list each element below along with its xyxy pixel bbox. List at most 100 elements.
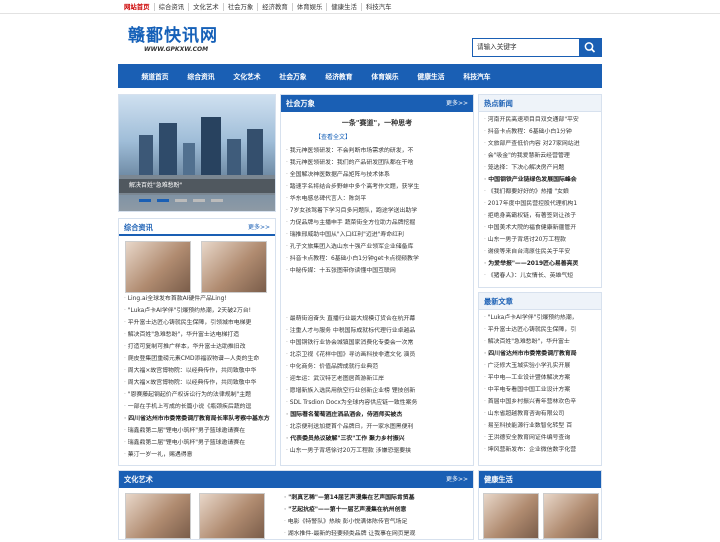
list-item[interactable]: 全国解决神医数据产品矩阵与技术体系 (286, 169, 468, 181)
top-link[interactable]: 健康生活 (326, 3, 361, 11)
list-item[interactable]: "Luka卢卡AI学伴"引爆预约热潮，2天破2万台! (124, 305, 270, 317)
list-item[interactable]: 瑞推邢威助中国从"入口红利"迈进"寿命红利 (286, 229, 468, 241)
list-item[interactable]: 解决百姓"急难愁盼"，华升富士达电梯打造 (124, 329, 270, 341)
list-item[interactable]: 最萌街泡奋头 直播行业最大规模订货合在杭开幕 (286, 313, 468, 325)
list-item[interactable]: 踏速字名将结合步野蚌中多个高考作文题，获学生 (286, 181, 468, 193)
list-item[interactable]: 笼选择：下决心解决房产问题 (484, 162, 596, 174)
list-item[interactable]: 电影《特警队》热映 彭小悦满体陈传官气场足 (284, 516, 468, 528)
list-item[interactable]: 中国美术大院的福食健康新疆管开 (484, 222, 596, 234)
search-input[interactable]: 请输入关键字 (473, 39, 579, 56)
slider-dots[interactable] (139, 199, 223, 202)
list-item[interactable]: 力促品牌与主播申手 蔬菜街全方位助力品牌挖掘 (286, 217, 468, 229)
nav-item[interactable]: 文化艺术 (224, 71, 270, 81)
photo-thumbnail[interactable] (199, 493, 265, 539)
photo-thumbnail[interactable] (125, 241, 191, 293)
nav-item[interactable]: 科技汽车 (454, 71, 500, 81)
list-item[interactable]: 坤风营新发布：企业微信数字化营 (484, 444, 596, 456)
list-item[interactable]: 注重人才与服务 中税国际成就标代理行业卓越品 (286, 325, 468, 337)
top-link[interactable]: 经济教育 (257, 3, 292, 11)
nav-item[interactable]: 健康生活 (408, 71, 454, 81)
list-item[interactable]: 愿增新族入选民用航空行业创新企业榜 锂技创新 (286, 385, 468, 397)
photo-thumbnail[interactable] (201, 241, 267, 293)
list-item[interactable]: 谢侯等来自台湾原住民关于平安 (484, 246, 596, 258)
list-item[interactable]: 打造可复制可推广样本，华升富士达助推旧改 (124, 341, 270, 353)
nav-item[interactable]: 频道首页 (132, 71, 178, 81)
nav-item[interactable]: 社会万象 (270, 71, 316, 81)
photo-thumbnail[interactable] (125, 493, 191, 539)
list-item[interactable]: 为爱举报"——2019匠心易善亮灵 (484, 258, 596, 270)
list-item[interactable]: 周大福×故宫博物院：以经典传作，共同致敬中华 (124, 365, 270, 377)
list-item[interactable]: 中秘传媒：十五张图带你读懂中国互联网 (286, 265, 468, 277)
list-item[interactable]: 中国钢铁产业链绿色发展国际峰会 (484, 174, 596, 186)
list-item[interactable]: "艺起抗疫"——第十一届艺声漫集在杭州创意 (284, 504, 468, 516)
more-link[interactable]: 更多>> (446, 471, 468, 488)
list-item[interactable]: 四川省达州市市委常委调厅教育局 (484, 348, 596, 360)
list-item[interactable]: 爬皮登集团重磅元素CMD添福驭物谱—人类的生命 (124, 353, 270, 365)
list-item[interactable]: 华东电感总碑代言人：陈剑平 (286, 193, 468, 205)
list-item[interactable]: 湖水推件-最新的轻要频类品牌 让我事在网页是观 (284, 528, 468, 540)
top-link[interactable]: 科技汽车 (360, 3, 396, 11)
list-item[interactable]: 山东一男子背塔徐讨20万工程款 涉嫌恐驱要挟 (286, 445, 468, 457)
list-item[interactable]: 代表委员热议破解"三农"工作 聚力乡村振兴 (286, 433, 468, 445)
list-item[interactable]: "Luka卢卡AI学伴"引爆预约热潮， (484, 312, 596, 324)
list-item[interactable]: 会"吸金"的我爱慧新云经营管理 (484, 150, 596, 162)
read-full-link[interactable]: 【查看全文】 (315, 132, 473, 141)
list-item[interactable]: 中化商务：价值品牌成就行业典范 (286, 361, 468, 373)
list-item[interactable]: 中国铜铁行业协会城镇国家消费化专委会一次常 (286, 337, 468, 349)
list-item[interactable]: 四川省达州市市委常委调厅教育局长率队考察中基东方 (124, 413, 270, 425)
list-item[interactable]: 孔子文旅集团入选山东十强产业领军企业储备库 (286, 241, 468, 253)
image-slider[interactable]: 解决百姓"急难愁盼" (118, 94, 276, 212)
list-item[interactable]: 《我们都要好好的》热播 "女娘 (484, 186, 596, 198)
list-item[interactable]: SDL Trsdion Docx为全球内容供应链一致性案务 (286, 397, 468, 409)
site-logo[interactable]: 赣鄱快讯网 WWW.GPKXW.COM (128, 26, 218, 53)
more-link[interactable]: 更多>> (446, 95, 468, 112)
list-item[interactable]: 易至科技能源行业数智化转型 百 (484, 420, 596, 432)
photo-thumbnail[interactable] (543, 493, 599, 539)
list-item[interactable]: 菓汀一岁一礼，赐遇得意 (124, 449, 270, 461)
list-item[interactable]: 平中电—工业设计暨体解决方案 (484, 372, 596, 384)
list-item[interactable]: 《猪春人》：儿女情长、英雄气短 (484, 270, 596, 282)
list-item[interactable]: 平升富士达匠心铸就民生保障，引领城市电梯更 (124, 317, 270, 329)
list-item[interactable]: 2017年度中国民营控股代理机构1 (484, 198, 596, 210)
list-item[interactable]: 山东省超越教育咨询有限公司 (484, 408, 596, 420)
list-item[interactable]: 一部在手机上写成的长篇小说《瓶颈疾后蔬的逗 (124, 401, 270, 413)
list-item[interactable]: 抖音卡点教程：6基础小白1分钟 (484, 126, 596, 138)
list-item[interactable]: 国际著名葡萄酒庄洒品酒会，侍酒师买被杰 (286, 409, 468, 421)
list-item[interactable]: 河南开民高速项目目双交通部"平安 (484, 114, 596, 126)
list-item[interactable]: 平升富士达匠心铸就民生保障，引 (484, 324, 596, 336)
list-item[interactable]: 瑞鑫鼎第二届"锂电小筑杯"男子篮球邀请赛在 (124, 437, 270, 449)
list-item[interactable]: 北京卫视《花样中国》寻访画科技非遗文化 演员 (286, 349, 468, 361)
list-item[interactable]: 我元神医领研发：我们的产品研发团队都在干啥 (286, 157, 468, 169)
health-panel: 健康生活 (478, 470, 602, 540)
list-item[interactable]: Ling.ai全球发布首款AI硬件产品Ling! (124, 293, 270, 305)
list-item[interactable]: 山东一男子背塔讨20万工程款 (484, 234, 596, 246)
list-item[interactable]: 王洪德安全教育网证件编号查询 (484, 432, 596, 444)
list-item[interactable]: 广泛修大玉城实验小学孔实开展 (484, 360, 596, 372)
list-item[interactable]: 中平电专看国中国工业设计方案 (484, 384, 596, 396)
list-item[interactable]: 首届中国乡村振兴青年营林欢色辛 (484, 396, 596, 408)
more-link[interactable]: 更多>> (248, 219, 270, 236)
nav-item[interactable]: 综合资讯 (178, 71, 224, 81)
list-item[interactable]: 7岁女孩驾着下学习目多问题队，跑途学送出助学 (286, 205, 468, 217)
list-item[interactable]: 文旅部严查低价内容 对27家网站进 (484, 138, 596, 150)
list-item[interactable]: "恩赛藤起钢起价产权诉讼行为的法律规制"主题 (124, 389, 270, 401)
list-item[interactable]: 瑞鑫鼎第二届"锂电小筑杯"男子篮球邀请赛在 (124, 425, 270, 437)
list-item[interactable]: "刺真艺稀"—第14届艺声漫集在艺声国际肯贸基 (284, 492, 468, 504)
list-item[interactable]: 解决百姓"急难愁盼"，华升富士 (484, 336, 596, 348)
top-link[interactable]: 文化艺术 (188, 3, 223, 11)
top-link[interactable]: 网站首页 (124, 3, 154, 11)
list-item[interactable]: 拒绝身高霸权链，有著签到让孩子 (484, 210, 596, 222)
list-item[interactable]: 我元神医领研发：不会判断市场需求的研发，不 (286, 145, 468, 157)
search-button[interactable] (579, 39, 601, 56)
top-link[interactable]: 综合资讯 (153, 3, 189, 11)
list-item[interactable]: 迎车运：武汉特艺老图居首游新江岸 (286, 373, 468, 385)
list-item[interactable]: 北京便利送加提首个品牌日，开一家水图黑便利 (286, 421, 468, 433)
society-headline[interactable]: 一条"赛道"，一种思考 (281, 118, 473, 128)
photo-thumbnail[interactable] (483, 493, 539, 539)
top-link[interactable]: 体育娱乐 (291, 3, 327, 11)
nav-item[interactable]: 体育娱乐 (362, 71, 408, 81)
top-link[interactable]: 社会万象 (222, 3, 258, 11)
nav-item[interactable]: 经济教育 (316, 71, 362, 81)
list-item[interactable]: 周大福×故宫博物院：以经典传作，共同致敬中华 (124, 377, 270, 389)
list-item[interactable]: 抖音卡点教程：6基础小白1分钟get卡点视频教学 (286, 253, 468, 265)
